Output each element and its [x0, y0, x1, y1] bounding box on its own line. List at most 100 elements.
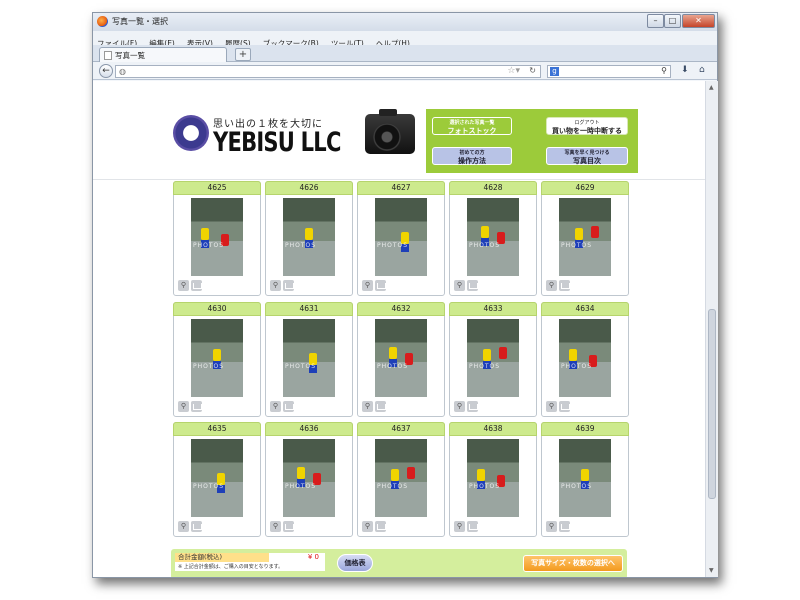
add-to-cart-icon[interactable]: [283, 401, 294, 412]
bookmark-star-icon[interactable]: ☆▾: [507, 66, 520, 76]
photo-index-button[interactable]: 写真を早く見つける 写真目次: [546, 147, 628, 165]
photo-thumbnail[interactable]: PHOTOS: [375, 439, 427, 517]
photo-thumbnail[interactable]: PHOTOS: [467, 439, 519, 517]
photo-card[interactable]: 4633 PHOTOS ⚲: [449, 302, 537, 417]
watermark: PHOTOS: [193, 483, 225, 490]
photo-thumbnail[interactable]: PHOTOS: [191, 439, 243, 517]
scroll-down-icon[interactable]: ▼: [709, 567, 714, 574]
add-to-cart-icon[interactable]: [467, 280, 478, 291]
photo-card[interactable]: 4635 PHOTOS ⚲: [173, 422, 261, 537]
download-icon[interactable]: ⬇: [681, 65, 689, 75]
photo-thumbnail[interactable]: PHOTOS: [559, 439, 611, 517]
zoom-icon[interactable]: ⚲: [454, 280, 465, 291]
zoom-icon[interactable]: ⚲: [546, 521, 557, 532]
photo-card[interactable]: 4627 PHOTOS ⚲: [357, 181, 445, 296]
add-to-cart-icon[interactable]: [467, 521, 478, 532]
scroll-up-icon[interactable]: ▲: [709, 84, 714, 91]
zoom-icon[interactable]: ⚲: [178, 280, 189, 291]
photo-number: 4631: [265, 302, 353, 316]
photo-card[interactable]: 4630 PHOTOS ⚲: [173, 302, 261, 417]
price-list-button[interactable]: 価格表: [337, 554, 373, 572]
photo-number: 4626: [265, 181, 353, 195]
add-to-cart-icon[interactable]: [467, 401, 478, 412]
add-to-cart-icon[interactable]: [191, 280, 202, 291]
add-to-cart-icon[interactable]: [191, 401, 202, 412]
search-box[interactable]: g ⚲: [547, 65, 671, 78]
photo-thumbnail[interactable]: PHOTOS: [283, 198, 335, 276]
url-bar[interactable]: ◍ ☆▾ ↻: [115, 65, 541, 78]
photo-card[interactable]: 4638 PHOTOS ⚲: [449, 422, 537, 537]
photo-thumbnail[interactable]: PHOTOS: [467, 198, 519, 276]
zoom-icon[interactable]: ⚲: [546, 280, 557, 291]
zoom-icon[interactable]: ⚲: [178, 401, 189, 412]
watermark: PHOTOS: [377, 483, 409, 490]
photo-number: 4630: [173, 302, 261, 316]
vertical-scrollbar[interactable]: ▲ ▼: [705, 81, 718, 577]
photo-number: 4633: [449, 302, 537, 316]
add-to-cart-icon[interactable]: [375, 280, 386, 291]
photo-card[interactable]: 4625 PHOTOS ⚲: [173, 181, 261, 296]
zoom-icon[interactable]: ⚲: [546, 401, 557, 412]
zoom-icon[interactable]: ⚲: [454, 521, 465, 532]
photo-card[interactable]: 4637 PHOTOS ⚲: [357, 422, 445, 537]
photo-thumbnail[interactable]: PHOTOS: [559, 319, 611, 397]
zoom-icon[interactable]: ⚲: [178, 521, 189, 532]
photo-number: 4628: [449, 181, 537, 195]
reload-icon[interactable]: ↻: [529, 66, 536, 75]
add-to-cart-icon[interactable]: [283, 280, 294, 291]
add-to-cart-icon[interactable]: [559, 280, 570, 291]
photo-thumbnail[interactable]: PHOTOS: [283, 319, 335, 397]
photo-thumbnail[interactable]: PHOTOS: [191, 198, 243, 276]
maximize-button[interactable]: □: [664, 14, 681, 28]
photo-thumbnail[interactable]: PHOTOS: [191, 319, 243, 397]
photostock-button[interactable]: 選択された写真一覧 フォトストック: [432, 117, 512, 135]
home-icon[interactable]: ⌂: [699, 65, 705, 75]
howto-button[interactable]: 初めての方 操作方法: [432, 147, 512, 165]
new-tab-button[interactable]: +: [235, 48, 251, 61]
add-to-cart-icon[interactable]: [375, 401, 386, 412]
photo-thumbnail[interactable]: PHOTOS: [375, 198, 427, 276]
photo-card[interactable]: 4636 PHOTOS ⚲: [265, 422, 353, 537]
photo-card[interactable]: 4631 PHOTOS ⚲: [265, 302, 353, 417]
add-to-cart-icon[interactable]: [283, 521, 294, 532]
photo-thumbnail[interactable]: PHOTOS: [283, 439, 335, 517]
photo-card[interactable]: 4632 PHOTOS ⚲: [357, 302, 445, 417]
zoom-icon[interactable]: ⚲: [454, 401, 465, 412]
photo-card[interactable]: 4634 PHOTOS ⚲: [541, 302, 629, 417]
photo-card[interactable]: 4626 PHOTOS ⚲: [265, 181, 353, 296]
zoom-icon[interactable]: ⚲: [362, 401, 373, 412]
minimize-button[interactable]: –: [647, 14, 664, 28]
logout-button[interactable]: ログアウト 買い物を一時中断する: [546, 117, 628, 135]
photo-card[interactable]: 4639 PHOTOS ⚲: [541, 422, 629, 537]
back-button[interactable]: ←: [99, 64, 113, 78]
photo-number: 4627: [357, 181, 445, 195]
header-menu-panel: 選択された写真一覧 フォトストック ログアウト 買い物を一時中断する 初めての方…: [426, 109, 638, 173]
total-note: ※ 上記合計金額は、ご購入の目安となります。: [178, 564, 284, 570]
add-to-cart-icon[interactable]: [191, 521, 202, 532]
browser-window: 写真一覧・選択 – □ ✕ ファイル(F) 編集(E) 表示(V) 履歴(S) …: [92, 12, 718, 578]
page-content: 思い出の１枚を大切に YEBISU LLC 選択された写真一覧 フォトストック …: [93, 81, 705, 577]
photo-thumbnail[interactable]: PHOTOS: [559, 198, 611, 276]
zoom-icon[interactable]: ⚲: [362, 521, 373, 532]
logout-label: 買い物を一時中断する: [552, 127, 622, 135]
add-to-cart-icon[interactable]: [375, 521, 386, 532]
add-to-cart-icon[interactable]: [559, 521, 570, 532]
scroll-thumb[interactable]: [708, 309, 716, 499]
photo-thumbnail[interactable]: PHOTOS: [467, 319, 519, 397]
zoom-icon[interactable]: ⚲: [270, 280, 281, 291]
search-icon[interactable]: ⚲: [661, 66, 667, 75]
watermark: PHOTOS: [193, 363, 225, 370]
select-size-button[interactable]: 写真サイズ・枚数の選択へ: [523, 555, 623, 572]
zoom-icon[interactable]: ⚲: [270, 401, 281, 412]
search-engine-icon[interactable]: g: [550, 67, 559, 76]
photo-card[interactable]: 4629 PHOTOS ⚲: [541, 181, 629, 296]
tab-photo-list[interactable]: 写真一覧: [99, 47, 227, 62]
photo-thumbnail[interactable]: PHOTOS: [375, 319, 427, 397]
zoom-icon[interactable]: ⚲: [362, 280, 373, 291]
photo-number: 4637: [357, 422, 445, 436]
photo-card[interactable]: 4628 PHOTOS ⚲: [449, 181, 537, 296]
close-button[interactable]: ✕: [682, 14, 715, 28]
zoom-icon[interactable]: ⚲: [270, 521, 281, 532]
watermark: PHOTOS: [561, 483, 593, 490]
add-to-cart-icon[interactable]: [559, 401, 570, 412]
